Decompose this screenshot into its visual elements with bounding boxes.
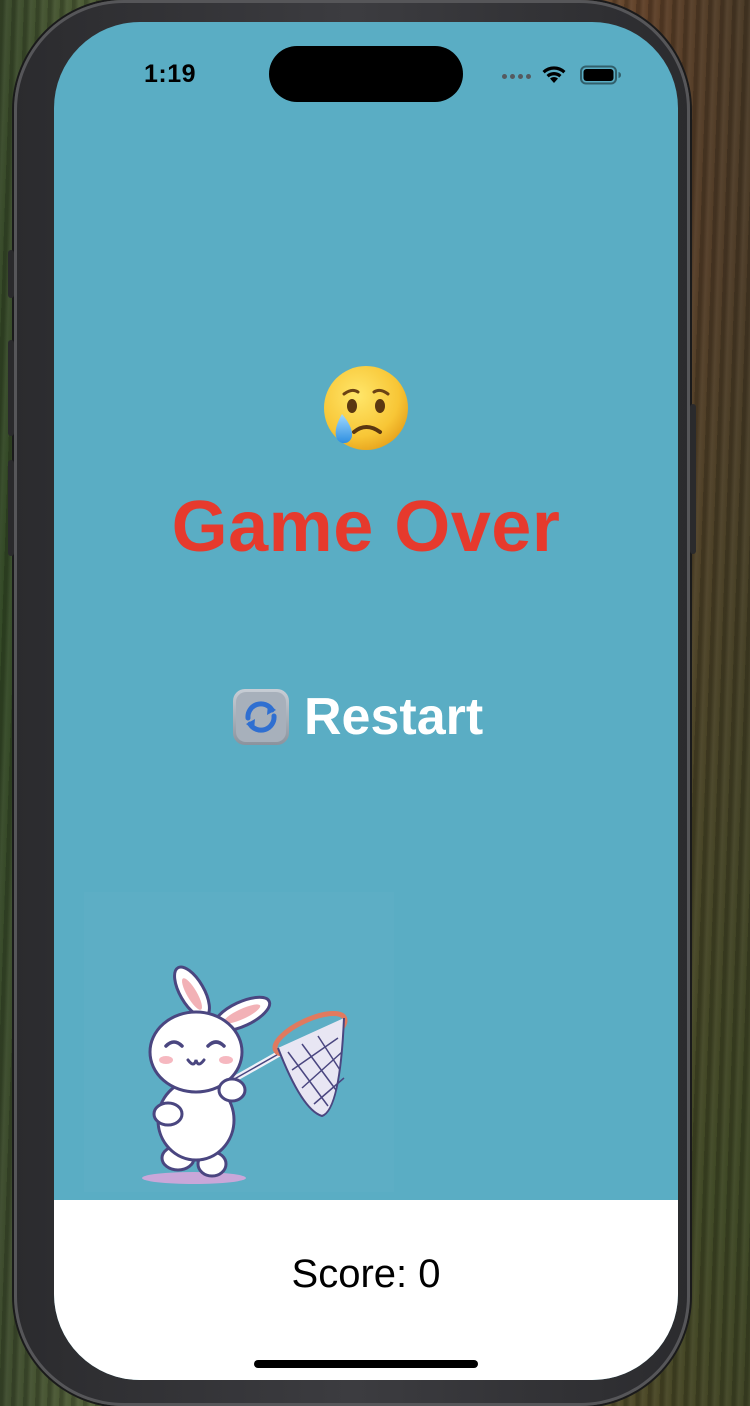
power-button: [690, 404, 696, 554]
volume-down-button: [8, 460, 14, 556]
game-over-title: Game Over: [171, 487, 561, 567]
restart-label: Restart: [304, 688, 484, 746]
score-panel: Score: 0: [54, 1200, 678, 1380]
status-bar: 1:19: [54, 22, 678, 122]
phone-frame: 1:19 Game Over Restart Score: 0: [8, 0, 696, 1406]
volume-up-button: [8, 340, 14, 436]
restart-button[interactable]: Restart: [232, 684, 483, 750]
signal-dots-icon: [502, 74, 531, 79]
wifi-icon: [542, 66, 566, 83]
repeat-arrows-icon: [233, 689, 289, 745]
status-time: 1:19: [144, 60, 197, 88]
home-indicator[interactable]: [254, 1360, 478, 1368]
crying-face-icon: [324, 366, 408, 450]
bunny-with-net-illustration: [142, 965, 348, 1184]
dynamic-island: [269, 46, 463, 102]
action-button: [8, 250, 14, 298]
game-screen: 1:19 Game Over Restart Score: 0: [54, 22, 678, 1380]
score-text: Score: 0: [291, 1252, 441, 1296]
battery-icon: [580, 65, 621, 85]
